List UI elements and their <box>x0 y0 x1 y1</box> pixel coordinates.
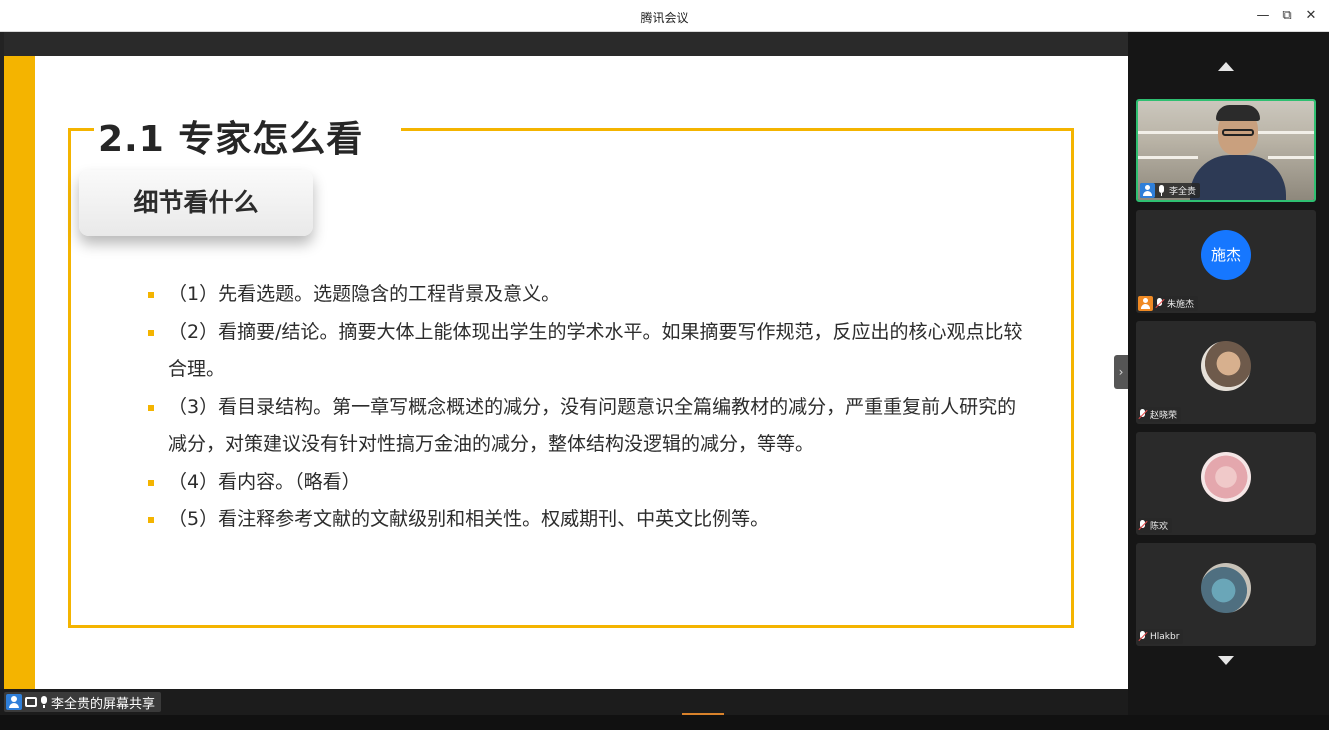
microphone-muted-icon <box>1138 630 1148 643</box>
participant-name: Hlakbr <box>1150 631 1180 642</box>
slide-title: 2.1 专家怎么看 <box>94 110 402 162</box>
presentation-slide: 2.1 专家怎么看 细节看什么 （1）先看选题。选题隐含的工程背景及意义。 （2… <box>4 56 1128 689</box>
microphone-icon <box>40 696 48 708</box>
avatar: 施杰 <box>1201 230 1251 280</box>
screen-share-label: 李全贵的屏幕共享 <box>4 692 162 712</box>
progress-indicator <box>682 713 724 715</box>
bullet-text: （2）看摘要/结论。摘要大体上能体现出学生的学术水平。如果摘要写作规范，反应出的… <box>168 320 1023 381</box>
participant-name: 赵晓荣 <box>1150 411 1178 421</box>
user-icon <box>1138 296 1153 311</box>
microphone-muted-icon <box>1138 519 1148 532</box>
bullet-icon <box>148 479 154 486</box>
bullet-icon <box>148 329 154 336</box>
participant-name-tag: Hlakbr <box>1138 629 1184 644</box>
close-button[interactable]: ✕ <box>1300 6 1322 26</box>
bottom-strip <box>0 715 1329 730</box>
participant-tile[interactable]: 陈欢 <box>1136 432 1316 535</box>
slide-accent-bar <box>4 56 35 689</box>
bullet-item: （5）看注释参考文献的文献级别和相关性。权威期刊、中英文比例等。 <box>144 501 1024 539</box>
bullet-item: （3）看目录结构。第一章写概念概述的减分，没有问题意识全篇编教材的减分，严重重复… <box>144 389 1024 464</box>
participant-tile[interactable]: 李全贵 <box>1136 99 1316 202</box>
bullet-icon <box>148 292 154 298</box>
avatar <box>1201 563 1251 613</box>
share-status-bar: 李全贵的屏幕共享 <box>0 689 1128 715</box>
bullet-icon <box>148 517 154 523</box>
bullet-icon <box>148 404 154 411</box>
participant-tile[interactable]: Hlakbr <box>1136 543 1316 646</box>
meeting-window: 腾讯会议 — ⧉ ✕ 2.1 专家怎么看 细节看什么 （1）先看选题。选题隐含的… <box>0 0 1329 730</box>
user-icon <box>1140 183 1155 198</box>
bullet-text: （4）看内容。（略看） <box>168 470 361 493</box>
screen-share-text: 李全贵的屏幕共享 <box>51 696 156 712</box>
microphone-muted-icon <box>1155 297 1165 310</box>
bullet-text: （1）先看选题。选题隐含的工程背景及意义。 <box>168 283 561 305</box>
collapse-sidebar-button[interactable]: › <box>1114 355 1128 389</box>
participant-name-tag: 朱施杰 <box>1138 296 1199 311</box>
participant-name: 朱施杰 <box>1167 300 1195 310</box>
participant-name-tag: 赵晓荣 <box>1138 407 1182 422</box>
participant-tile[interactable]: 赵晓荣 <box>1136 321 1316 424</box>
microphone-icon <box>1157 184 1167 197</box>
glasses <box>1222 129 1254 136</box>
screen-share-icon <box>25 697 37 707</box>
participant-name: 陈欢 <box>1150 522 1169 532</box>
person-body <box>1190 155 1286 200</box>
person-hat <box>1216 105 1260 121</box>
participant-name-tag: 李全贵 <box>1140 183 1201 198</box>
bullet-item: （2）看摘要/结论。摘要大体上能体现出学生的学术水平。如果摘要写作规范，反应出的… <box>144 314 1024 389</box>
avatar <box>1201 452 1251 502</box>
window-title: 腾讯会议 <box>640 11 689 25</box>
slide-subtitle: 细节看什么 <box>79 170 313 236</box>
microphone-muted-icon <box>1138 408 1148 421</box>
user-icon <box>6 694 22 710</box>
scroll-down-icon[interactable] <box>1218 656 1234 665</box>
restore-button[interactable]: ⧉ <box>1276 6 1298 26</box>
title-bar: 腾讯会议 — ⧉ ✕ <box>0 0 1329 32</box>
scroll-up-icon[interactable] <box>1218 62 1234 71</box>
shelf-decoration <box>1268 156 1314 159</box>
shelf-decoration <box>1138 156 1198 159</box>
bullet-list: （1）先看选题。选题隐含的工程背景及意义。 （2）看摘要/结论。摘要大体上能体现… <box>144 276 1024 539</box>
bullet-item: （4）看内容。（略看） <box>144 464 1024 502</box>
screen-share-area: 2.1 专家怎么看 细节看什么 （1）先看选题。选题隐含的工程背景及意义。 （2… <box>4 32 1128 689</box>
minimize-button[interactable]: — <box>1252 6 1274 26</box>
participant-name-tag: 陈欢 <box>1138 518 1173 533</box>
bullet-item: （1）先看选题。选题隐含的工程背景及意义。 <box>144 276 1024 314</box>
participant-name: 李全贵 <box>1169 187 1197 197</box>
participant-tile[interactable]: 施杰 朱施杰 <box>1136 210 1316 313</box>
participant-sidebar: 李全贵 施杰 朱施杰 赵晓荣 陈欢 Hlakbr <box>1128 32 1329 715</box>
avatar <box>1201 341 1251 391</box>
bullet-text: （5）看注释参考文献的文献级别和相关性。权威期刊、中英文比例等。 <box>168 508 770 530</box>
bullet-text: （3）看目录结构。第一章写概念概述的减分，没有问题意识全篇编教材的减分，严重重复… <box>168 395 1017 456</box>
